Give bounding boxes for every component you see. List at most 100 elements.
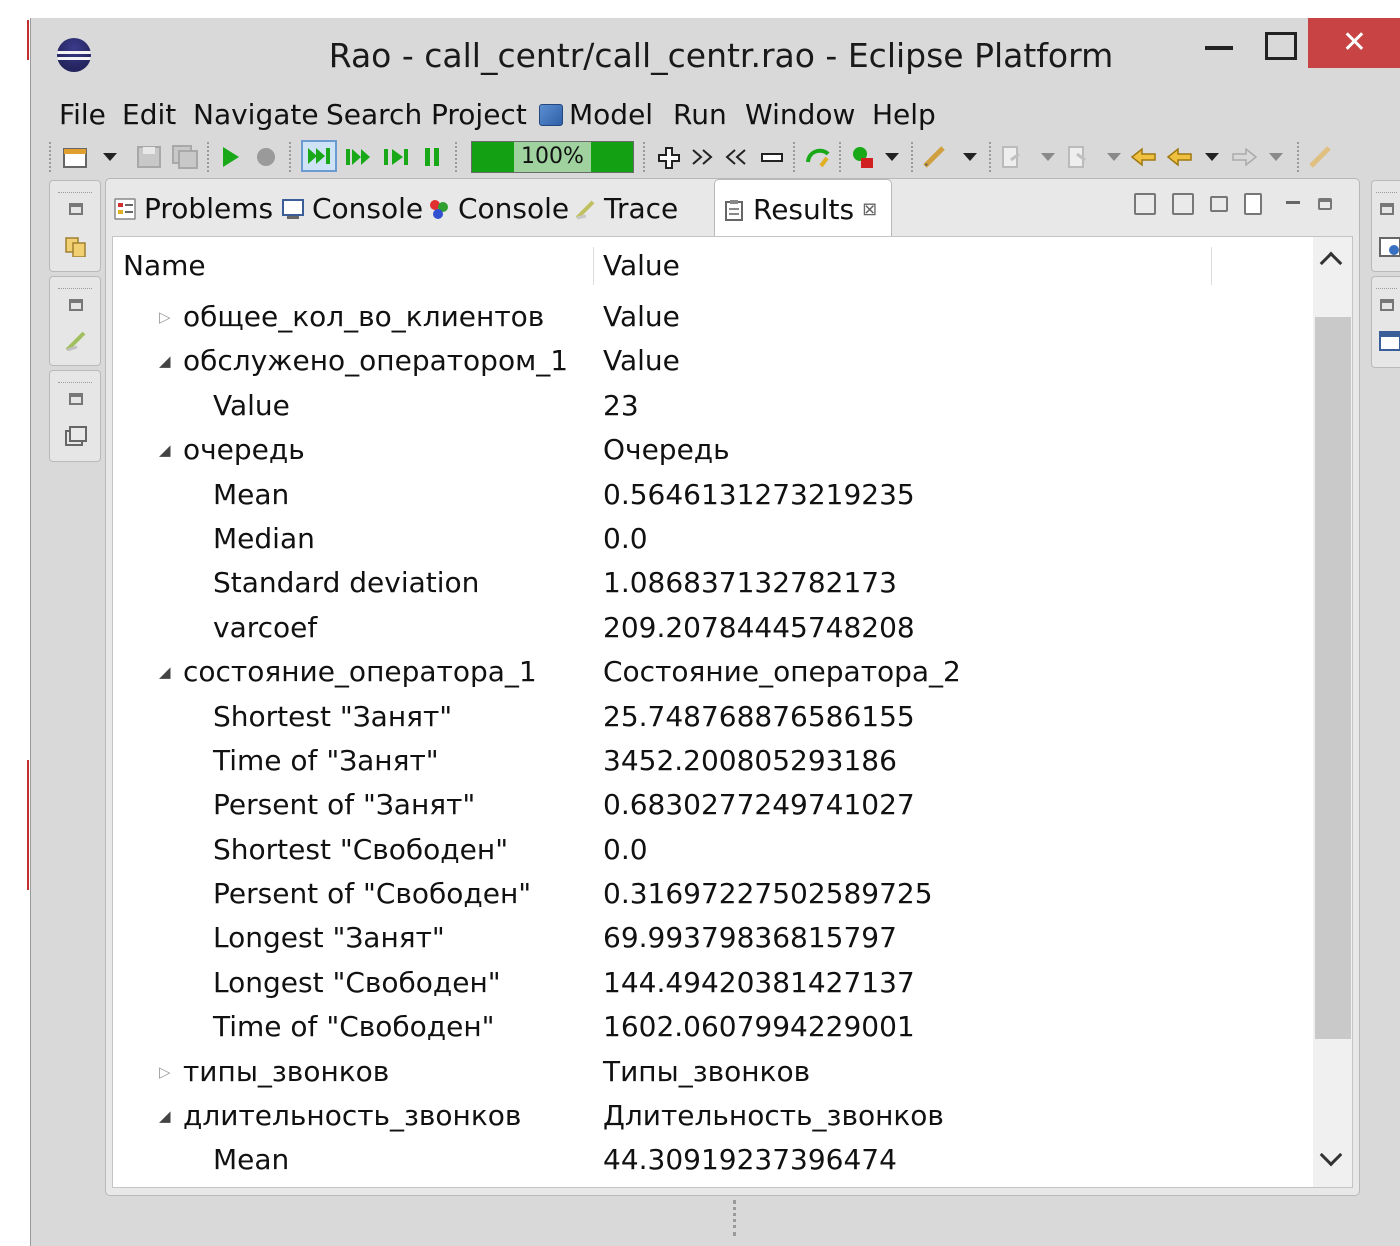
pen-dropdown-icon[interactable] bbox=[963, 153, 977, 161]
scroll-up-icon[interactable] bbox=[1319, 251, 1343, 275]
table-row[interactable]: ◢ очередь Очередь bbox=[113, 428, 1313, 472]
restore-view-icon[interactable] bbox=[1134, 193, 1156, 215]
expand-arrow-icon[interactable]: ▷ bbox=[159, 295, 171, 339]
table-row[interactable]: Time of "Занят" 3452.200805293186 bbox=[113, 739, 1313, 783]
table-row[interactable]: Longest "Свободен" 144.49420381427137 bbox=[113, 961, 1313, 1005]
view-menu-icon[interactable] bbox=[1210, 196, 1228, 212]
table-row[interactable]: Persent of "Свободен" 0.31697227502589725 bbox=[113, 872, 1313, 916]
stack-drag-handle[interactable] bbox=[1376, 185, 1397, 193]
refresh-icon[interactable] bbox=[803, 144, 833, 170]
normal-speed-mode-icon[interactable] bbox=[381, 144, 413, 170]
tab-problems[interactable]: Problems bbox=[114, 189, 273, 233]
external-tools-icon[interactable] bbox=[849, 144, 879, 170]
properties-icon[interactable] bbox=[1378, 235, 1400, 257]
menu-model[interactable]: Model bbox=[539, 98, 653, 131]
simulation-speed-meter[interactable]: 100% bbox=[471, 141, 634, 173]
column-header-name[interactable]: Name bbox=[123, 237, 206, 295]
table-row[interactable]: ◢ состояние_оператора_1 Состояние_оператор… bbox=[113, 650, 1313, 694]
window-view-icon[interactable] bbox=[1378, 329, 1400, 351]
forward-dropdown-icon[interactable] bbox=[1269, 153, 1283, 161]
expand-arrow-icon[interactable]: ▷ bbox=[159, 1050, 171, 1094]
tab-close-icon[interactable]: ⊠ bbox=[862, 199, 877, 220]
collapse-arrow-icon[interactable]: ◢ bbox=[159, 339, 171, 383]
back-icon[interactable] bbox=[1165, 144, 1195, 170]
menu-run[interactable]: Run bbox=[673, 98, 727, 131]
pause-mode-icon[interactable] bbox=[419, 144, 445, 170]
no-animation-mode-icon[interactable] bbox=[301, 140, 337, 172]
external-tools-dropdown-icon[interactable] bbox=[885, 153, 899, 161]
restore-view-icon[interactable] bbox=[1172, 193, 1194, 215]
menu-project[interactable]: Project bbox=[431, 98, 527, 131]
table-row[interactable]: ◢ длительность_звонков Длительность_звонко… bbox=[113, 1094, 1313, 1138]
table-row[interactable]: ▷ общее_кол_во_клиентов Value bbox=[113, 295, 1313, 339]
table-row[interactable]: Time of "Свободен" 1602.0607994229001 bbox=[113, 1005, 1313, 1049]
next-annotation-icon[interactable] bbox=[999, 144, 1029, 170]
scroll-down-icon[interactable] bbox=[1319, 1143, 1343, 1167]
table-row[interactable]: Longest "Занят" 69.99379836815797 bbox=[113, 916, 1313, 960]
stack-drag-handle[interactable] bbox=[58, 375, 92, 383]
eclipse-logo-icon[interactable] bbox=[57, 38, 91, 72]
table-row[interactable]: Shortest "Свободен" 0.0 bbox=[113, 828, 1313, 872]
new-wizard-dropdown-icon[interactable] bbox=[103, 153, 117, 161]
stacked-views-icon[interactable] bbox=[64, 425, 88, 447]
column-divider[interactable] bbox=[1211, 247, 1212, 285]
show-view-icon[interactable] bbox=[1244, 193, 1262, 215]
zoom-in-icon[interactable] bbox=[655, 144, 683, 170]
last-edit-location-icon[interactable] bbox=[1129, 144, 1159, 170]
column-divider[interactable] bbox=[593, 247, 594, 285]
table-row[interactable]: Persent of "Занят" 0.6830277249741027 bbox=[113, 783, 1313, 827]
pen-icon[interactable] bbox=[921, 144, 951, 170]
tab-rao-console[interactable]: Console bbox=[428, 189, 569, 233]
restore-icon[interactable] bbox=[69, 203, 83, 215]
scrollbar-thumb[interactable] bbox=[1315, 317, 1351, 1039]
maximize-view-icon[interactable] bbox=[1318, 198, 1332, 210]
results-vertical-scrollbar[interactable] bbox=[1313, 237, 1352, 1187]
maximize-button[interactable] bbox=[1247, 18, 1311, 68]
minimize-view-icon[interactable] bbox=[1286, 201, 1300, 204]
table-row[interactable]: Standard deviation 1.086837132782173 bbox=[113, 561, 1313, 605]
run-icon[interactable] bbox=[217, 144, 243, 170]
save-icon[interactable] bbox=[135, 144, 163, 170]
tab-results[interactable]: Results ⊠ bbox=[714, 179, 893, 237]
tab-trace[interactable]: Trace bbox=[574, 189, 678, 233]
menu-search[interactable]: Search bbox=[326, 98, 422, 131]
status-bar-sash[interactable] bbox=[733, 1200, 737, 1236]
menu-edit[interactable]: Edit bbox=[122, 98, 176, 131]
stack-drag-handle[interactable] bbox=[1376, 281, 1397, 289]
collapse-arrow-icon[interactable]: ◢ bbox=[159, 1094, 171, 1138]
step-backward-icon[interactable] bbox=[689, 144, 717, 170]
previous-annotation-dropdown-icon[interactable] bbox=[1107, 153, 1121, 161]
forward-icon[interactable] bbox=[1229, 144, 1259, 170]
next-annotation-dropdown-icon[interactable] bbox=[1041, 153, 1055, 161]
table-row[interactable]: Median 0.0 bbox=[113, 517, 1313, 561]
outline-icon[interactable] bbox=[64, 329, 88, 351]
menu-navigate[interactable]: Navigate bbox=[193, 98, 319, 131]
title-bar[interactable]: Rao - call_centr/call_centr.rao - Eclips… bbox=[31, 18, 1400, 92]
step-forward-icon[interactable] bbox=[723, 144, 751, 170]
tab-console[interactable]: Console bbox=[282, 189, 423, 233]
table-row[interactable]: Value 23 bbox=[113, 384, 1313, 428]
table-row[interactable]: Mean 0.5646131273219235 bbox=[113, 473, 1313, 517]
table-row[interactable]: ◢ обслужено_оператором_1 Value bbox=[113, 339, 1313, 383]
restore-icon[interactable] bbox=[1380, 299, 1394, 311]
collapse-arrow-icon[interactable]: ◢ bbox=[159, 428, 171, 472]
previous-annotation-icon[interactable] bbox=[1065, 144, 1095, 170]
table-row[interactable]: ▷ типы_звонков Типы_звонков bbox=[113, 1050, 1313, 1094]
restore-icon[interactable] bbox=[69, 299, 83, 311]
stop-icon[interactable] bbox=[253, 144, 279, 170]
new-wizard-icon[interactable] bbox=[61, 144, 91, 170]
zoom-out-icon[interactable] bbox=[759, 144, 785, 170]
minimize-button[interactable] bbox=[1191, 18, 1247, 68]
close-button[interactable]: ✕ bbox=[1308, 18, 1400, 68]
save-all-icon[interactable] bbox=[171, 144, 199, 170]
table-row[interactable]: varcoef 209.20784445748208 bbox=[113, 606, 1313, 650]
collapse-arrow-icon[interactable]: ◢ bbox=[159, 650, 171, 694]
column-header-value[interactable]: Value bbox=[603, 237, 680, 295]
stack-drag-handle[interactable] bbox=[58, 281, 92, 289]
restore-icon[interactable] bbox=[69, 393, 83, 405]
back-dropdown-icon[interactable] bbox=[1205, 153, 1219, 161]
restore-icon[interactable] bbox=[1380, 203, 1394, 215]
menu-help[interactable]: Help bbox=[872, 98, 936, 131]
fast-forward-mode-icon[interactable] bbox=[343, 144, 377, 170]
table-row[interactable]: Mean 44.30919237396474 bbox=[113, 1138, 1313, 1182]
